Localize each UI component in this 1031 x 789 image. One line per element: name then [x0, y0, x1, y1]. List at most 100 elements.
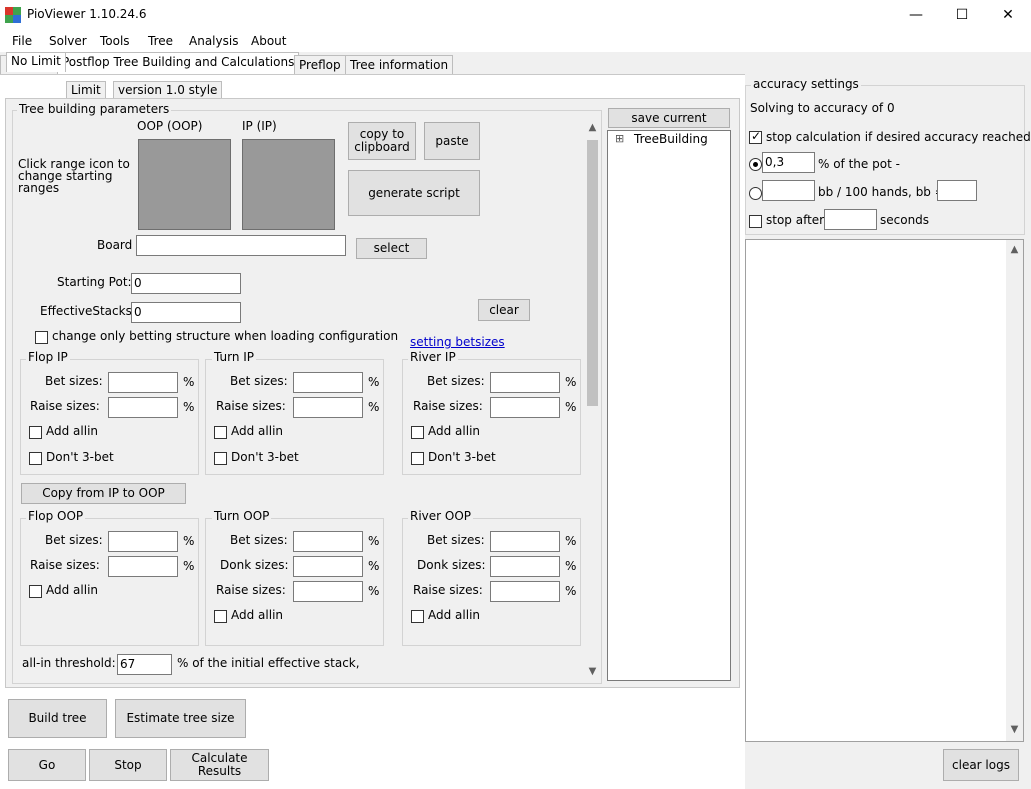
river-ip-raise-label: Raise sizes: [413, 399, 483, 413]
menu-file[interactable]: File [12, 34, 32, 48]
effective-stacks-input[interactable]: 0 [131, 302, 241, 323]
river-ip-raise-input[interactable] [490, 397, 560, 418]
river-ip-add-allin-checkbox[interactable] [411, 426, 424, 439]
river-oop-bet-input[interactable] [490, 531, 560, 552]
turn-ip-add-allin-checkbox[interactable] [214, 426, 227, 439]
flop-ip-bet-label: Bet sizes: [45, 374, 103, 388]
tab-preflop[interactable]: Preflop [294, 55, 346, 75]
tree-node-treebuilding[interactable]: TreeBuilding [634, 132, 708, 146]
menu-tools[interactable]: Tools [100, 34, 130, 48]
minimize-button[interactable]: — [893, 0, 939, 30]
copy-to-clipboard-button[interactable]: copy to clipboard [348, 122, 416, 160]
tab-tree-information[interactable]: Tree information [345, 55, 454, 75]
menu-about[interactable]: About [251, 34, 286, 48]
river-oop-raise-input[interactable] [490, 581, 560, 602]
copy-ip-to-oop-button[interactable]: Copy from IP to OOP [21, 483, 186, 504]
tab-postflop[interactable]: Postflop Tree Building and Calculations [57, 52, 300, 75]
effective-stacks-label: EffectiveStacks [40, 304, 132, 318]
tab-no-limit[interactable]: No Limit [6, 52, 66, 72]
board-input[interactable] [136, 235, 346, 256]
flop-oop-bet-input[interactable] [108, 531, 178, 552]
pot-suffix: % of the pot - [818, 157, 900, 171]
pot-radio[interactable] [749, 158, 762, 171]
percent-sign: % [565, 584, 577, 598]
flop-oop-add-allin-checkbox[interactable] [29, 585, 42, 598]
tree-view[interactable] [607, 130, 731, 681]
paste-button[interactable]: paste [424, 122, 480, 160]
river-oop-add-allin-checkbox[interactable] [411, 610, 424, 623]
build-tree-button[interactable]: Build tree [8, 699, 107, 738]
stop-after-seconds-input[interactable] [824, 209, 877, 230]
flop-ip-dont-3bet-checkbox[interactable] [29, 452, 42, 465]
stop-button[interactable]: Stop [89, 749, 167, 781]
flop-oop-raise-input[interactable] [108, 556, 178, 577]
turn-oop-raise-label: Raise sizes: [216, 583, 286, 597]
allin-threshold-label: all-in threshold: [22, 656, 116, 670]
scroll-thumb[interactable] [587, 140, 598, 406]
turn-oop-donk-input[interactable] [293, 556, 363, 577]
turn-oop-raise-input[interactable] [293, 581, 363, 602]
flop-ip-raise-input[interactable] [108, 397, 178, 418]
tab-limit[interactable]: Limit [66, 81, 106, 99]
percent-sign: % [368, 375, 380, 389]
stop-after-checkbox[interactable] [749, 215, 762, 228]
tab-version-1[interactable]: version 1.0 style [113, 81, 223, 99]
estimate-tree-size-button[interactable]: Estimate tree size [115, 699, 246, 738]
flop-oop-label: Flop OOP [26, 509, 86, 523]
pot-percent-input[interactable]: 0,3 [762, 152, 815, 173]
river-ip-label: River IP [408, 350, 458, 364]
turn-oop-bet-input[interactable] [293, 531, 363, 552]
bb-radio[interactable] [749, 187, 762, 200]
river-ip-bet-input[interactable] [490, 372, 560, 393]
flop-ip-raise-label: Raise sizes: [30, 399, 100, 413]
scroll-down-arrow-icon[interactable]: ▼ [584, 666, 601, 677]
percent-sign: % [368, 534, 380, 548]
log-scroll-up-icon[interactable]: ▲ [1006, 244, 1023, 255]
percent-sign: % [565, 559, 577, 573]
percent-sign: % [183, 534, 195, 548]
save-current-button[interactable]: save current [608, 108, 730, 128]
flop-oop-raise-label: Raise sizes: [30, 558, 100, 572]
clear-button[interactable]: clear [478, 299, 530, 321]
flop-ip-add-allin-checkbox[interactable] [29, 426, 42, 439]
turn-oop-label: Turn OOP [212, 509, 272, 523]
flop-oop-add-allin-label: Add allin [46, 583, 99, 597]
params-scrollbar[interactable]: ▲ ▼ [584, 120, 601, 682]
calculate-results-button[interactable]: Calculate Results [170, 749, 269, 781]
river-oop-donk-input[interactable] [490, 556, 560, 577]
oop-range-icon[interactable] [138, 139, 231, 230]
menu-tree[interactable]: Tree [148, 34, 173, 48]
bb-hands-input[interactable] [762, 180, 815, 201]
ip-range-icon[interactable] [242, 139, 335, 230]
log-scroll-down-icon[interactable]: ▼ [1006, 724, 1023, 735]
river-ip-bet-label: Bet sizes: [427, 374, 485, 388]
clear-logs-button[interactable]: clear logs [943, 749, 1019, 781]
turn-ip-raise-input[interactable] [293, 397, 363, 418]
river-ip-dont-3bet-label: Don't 3-bet [428, 450, 496, 464]
setting-betsizes-link[interactable]: setting betsizes [410, 335, 505, 349]
log-area[interactable]: ▲ ▼ [745, 239, 1024, 742]
turn-ip-dont-3bet-checkbox[interactable] [214, 452, 227, 465]
allin-threshold-input[interactable]: 67 [117, 654, 172, 675]
menu-solver[interactable]: Solver [49, 34, 87, 48]
maximize-button[interactable]: ☐ [939, 0, 985, 30]
stop-calc-checkbox[interactable] [749, 129, 762, 144]
turn-ip-bet-input[interactable] [293, 372, 363, 393]
bb-value-input[interactable] [937, 180, 977, 201]
scroll-up-arrow-icon[interactable]: ▲ [584, 122, 601, 133]
menu-analysis[interactable]: Analysis [189, 34, 238, 48]
change-only-betting-checkbox[interactable] [35, 331, 48, 344]
river-ip-dont-3bet-checkbox[interactable] [411, 452, 424, 465]
close-button[interactable]: ✕ [985, 0, 1031, 30]
turn-oop-add-allin-checkbox[interactable] [214, 610, 227, 623]
log-scrollbar[interactable]: ▲ ▼ [1006, 240, 1023, 741]
go-button[interactable]: Go [8, 749, 86, 781]
expand-icon[interactable]: ⊞ [615, 132, 624, 145]
tree-params-label: Tree building parameters [17, 102, 172, 116]
select-board-button[interactable]: select [356, 238, 427, 259]
river-oop-label: River OOP [408, 509, 474, 523]
flop-ip-bet-input[interactable] [108, 372, 178, 393]
generate-script-button[interactable]: generate script [348, 170, 480, 216]
stop-after-label: stop after [766, 213, 825, 227]
starting-pot-input[interactable]: 0 [131, 273, 241, 294]
